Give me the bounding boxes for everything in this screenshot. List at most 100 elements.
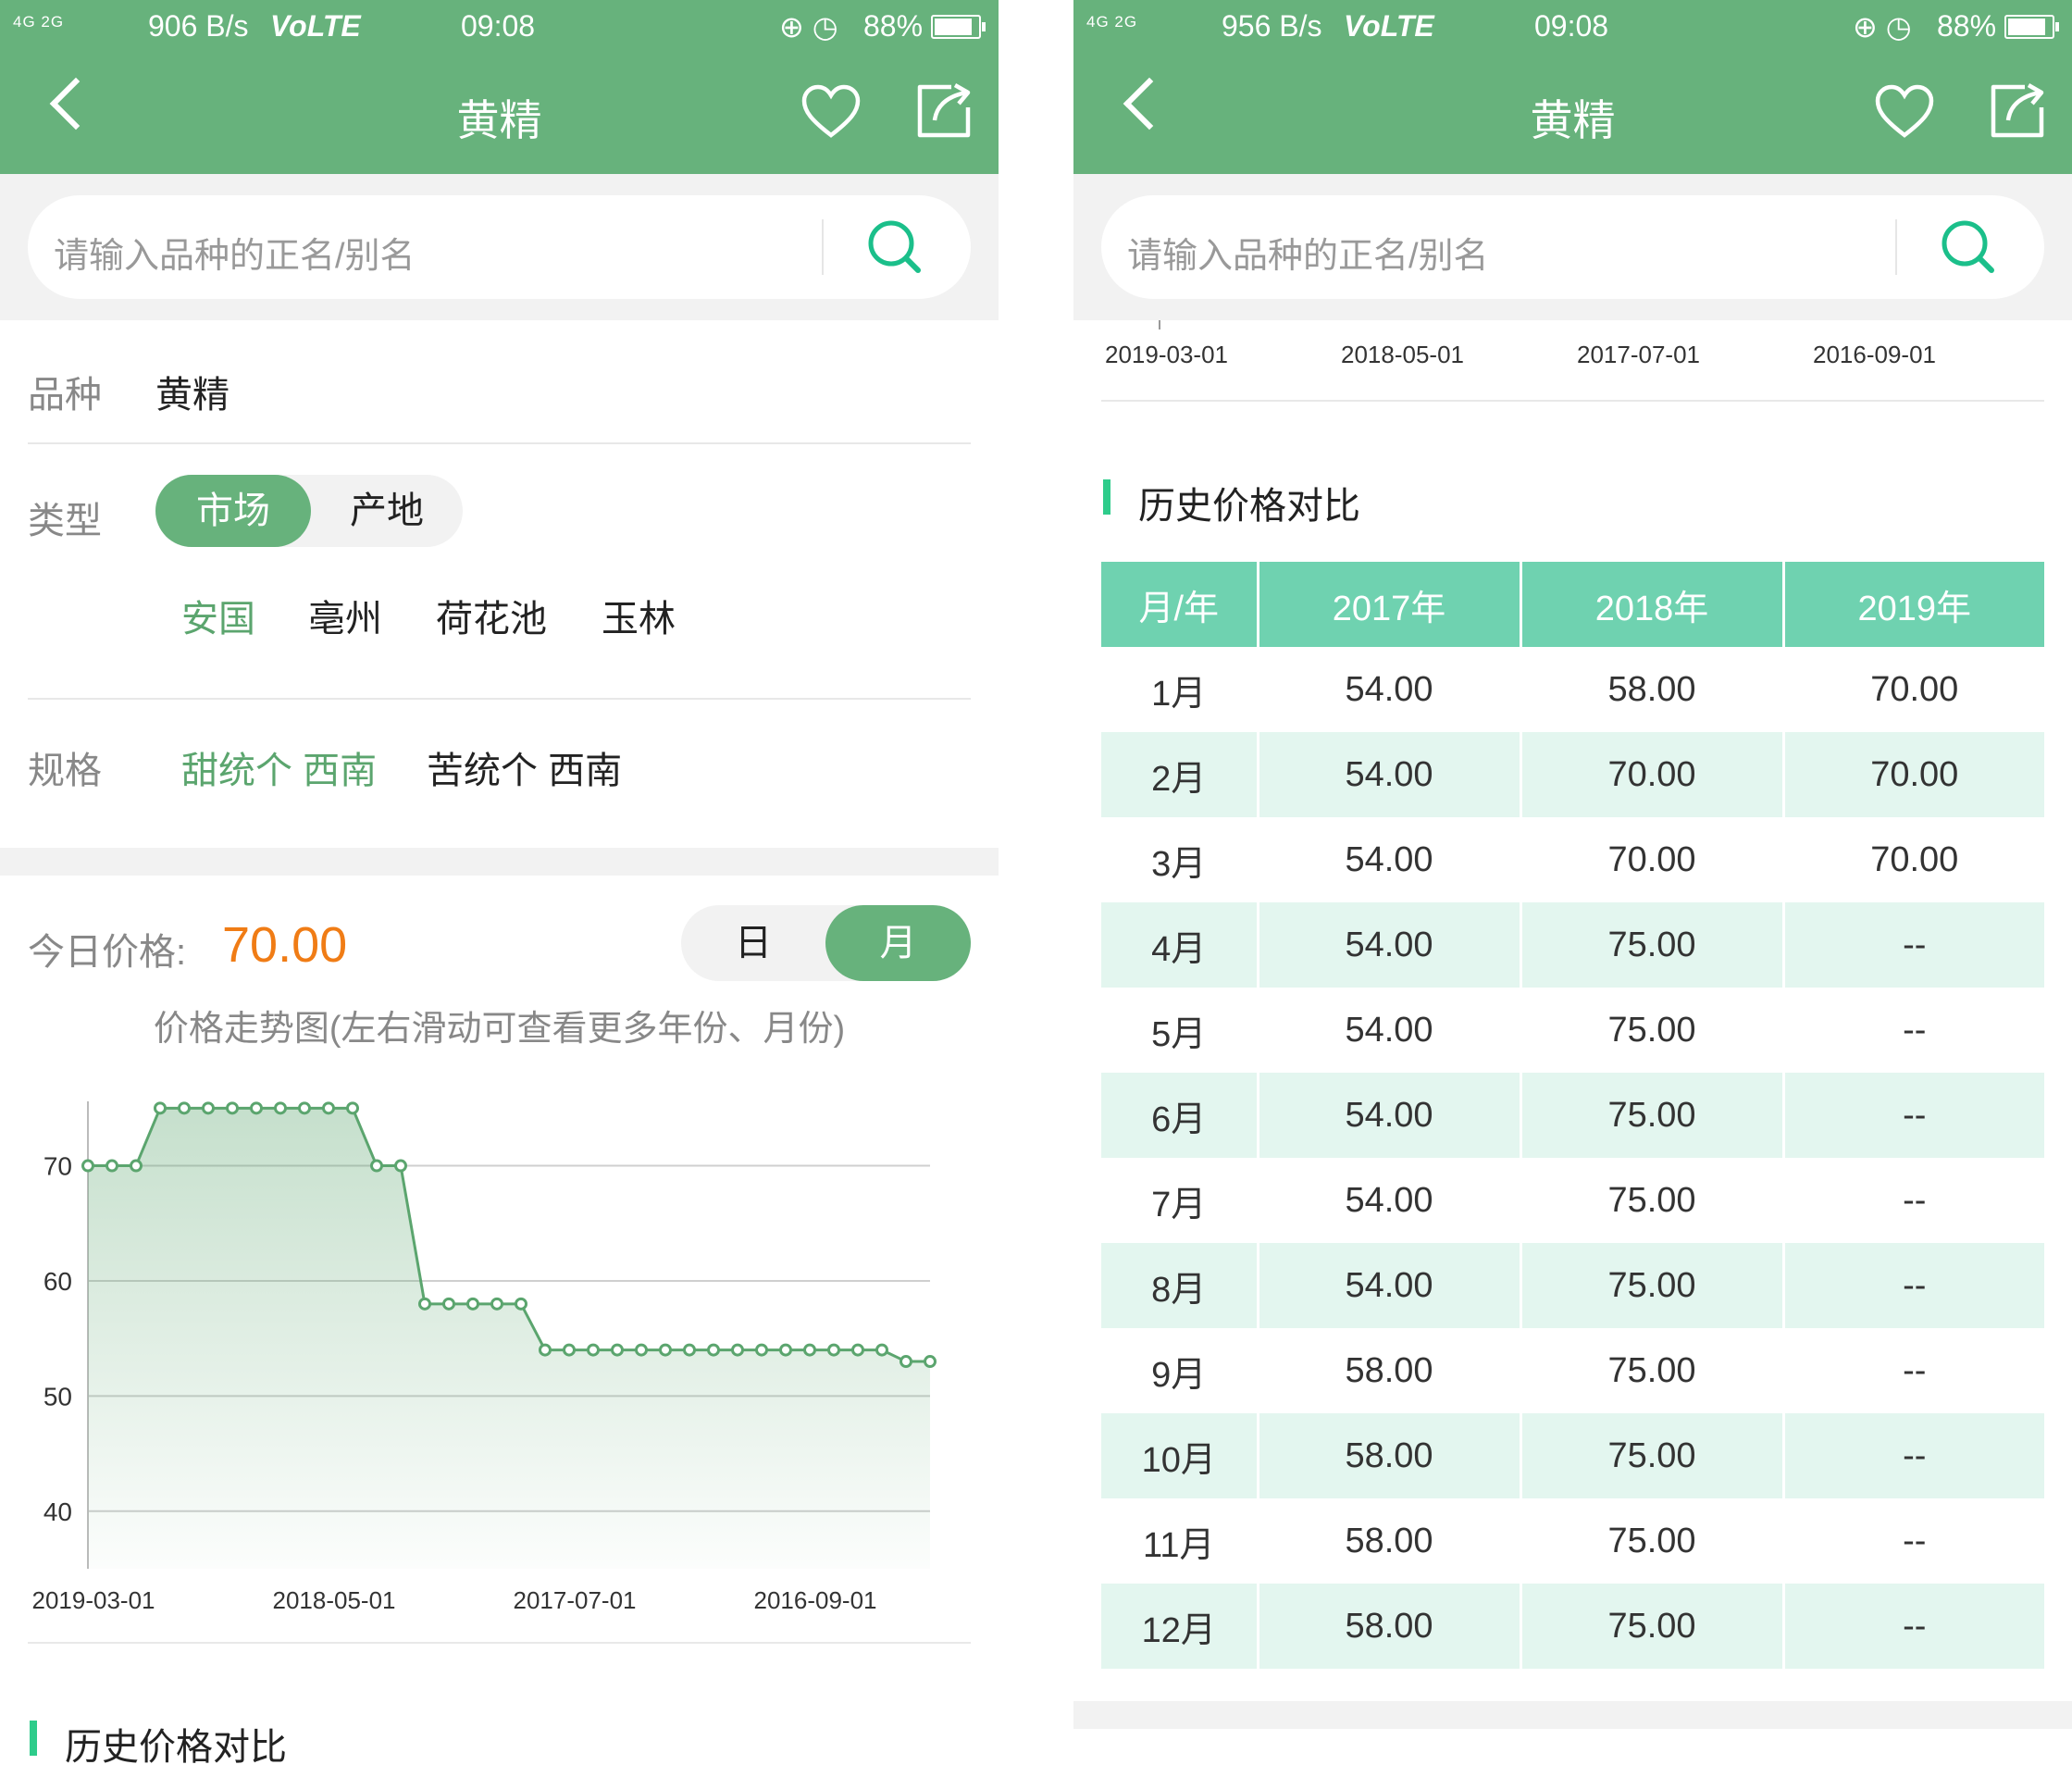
- data-point: [659, 1343, 672, 1357]
- data-point: [707, 1343, 720, 1357]
- type-option-origin[interactable]: 产地: [311, 475, 463, 547]
- search-divider: [1895, 219, 1897, 275]
- search-divider: [822, 219, 824, 275]
- market-option[interactable]: 亳州: [308, 589, 382, 642]
- price-cell: 54.00: [1258, 902, 1522, 988]
- data-point: [875, 1343, 888, 1357]
- price-cell: 58.00: [1258, 1328, 1522, 1413]
- month-cell: 9月: [1101, 1328, 1259, 1413]
- spec-option[interactable]: 苦统个 西南: [427, 740, 622, 794]
- search-input[interactable]: 请输入品种的正名/别名: [1101, 195, 2044, 299]
- trend-title: 价格走势图(左右滑动可查看更多年份、月份): [153, 1010, 846, 1049]
- table-row: 3月 54.00 70.00 70.00: [1101, 817, 2044, 902]
- price-cell: 70.00: [1870, 839, 1959, 879]
- data-point: [490, 1297, 503, 1311]
- data-point: [611, 1343, 624, 1357]
- x-tick-label: 2017-07-01: [514, 1586, 637, 1614]
- column-header: 2019年: [1783, 562, 2044, 647]
- variety-value: 黄精: [155, 375, 230, 416]
- share-icon[interactable]: [914, 81, 974, 141]
- data-point: [298, 1101, 311, 1115]
- table-row: 4月 54.00 75.00 --: [1101, 902, 2044, 988]
- price-cell: 70.00: [1870, 669, 1959, 709]
- data-point: [635, 1343, 648, 1357]
- divider: [28, 442, 971, 444]
- variety-label: 品种: [28, 375, 102, 416]
- data-point: [683, 1343, 696, 1357]
- heart-icon[interactable]: [800, 83, 862, 141]
- price-cell: 54.00: [1258, 817, 1522, 902]
- period-toggle: 日 月: [681, 905, 971, 981]
- price-cell: 54.00: [1258, 732, 1522, 817]
- type-option-market[interactable]: 市场: [155, 475, 311, 547]
- price-cell: 58.00: [1520, 647, 1785, 732]
- table-row: 10月 58.00 75.00 --: [1101, 1413, 2044, 1498]
- x-tick-label: 2017-07-01: [1577, 341, 1700, 368]
- table-row: 7月 54.00 75.00 --: [1101, 1158, 2044, 1243]
- share-icon[interactable]: [1988, 81, 2047, 141]
- search-icon[interactable]: [1940, 218, 1997, 276]
- search-placeholder: 请输入品种的正名/别名: [54, 237, 416, 276]
- data-point: [587, 1343, 600, 1357]
- search-input[interactable]: 请输入品种的正名/别名: [28, 195, 971, 299]
- section-title: 历史价格对比: [65, 1727, 287, 1768]
- month-cell: 1月: [1101, 647, 1259, 732]
- x-tick-label: 2016-09-01: [754, 1586, 877, 1614]
- price-cell: 54.00: [1258, 1158, 1522, 1243]
- table-row: 2月 54.00 70.00 70.00: [1101, 732, 2044, 817]
- data-point: [731, 1343, 744, 1357]
- price-cell: 75.00: [1520, 1498, 1785, 1584]
- month-cell: 3月: [1101, 817, 1259, 902]
- month-cell: 10月: [1101, 1413, 1259, 1498]
- price-cell: 75.00: [1520, 1328, 1785, 1413]
- data-point: [779, 1343, 792, 1357]
- data-point: [442, 1297, 455, 1311]
- price-cell: 75.00: [1520, 902, 1785, 988]
- column-header: 月/年: [1101, 562, 1259, 647]
- month-cell: 6月: [1101, 1073, 1259, 1158]
- data-point: [370, 1159, 383, 1173]
- price-trend-chart[interactable]: 40 50 60 70 2019-03-01 2018-05-01 2017-07-01 20…: [0, 1074, 999, 1620]
- section-marker: [1103, 479, 1110, 515]
- alarm-icon: ⊕ ◷: [1853, 10, 1912, 43]
- price-cell: 54.00: [1258, 988, 1522, 1073]
- data-point: [105, 1159, 118, 1173]
- price-cell: --: [1903, 1010, 1927, 1050]
- status-bar: 4G 2G 956 B/s VoLTE 09:08 ⊕ ◷ 88%: [1073, 0, 2072, 52]
- month-cell: 5月: [1101, 988, 1259, 1073]
- data-point: [755, 1343, 768, 1357]
- data-point: [924, 1355, 937, 1369]
- search-bar: 请输入品种的正名/别名: [0, 174, 999, 320]
- section-title: 历史价格对比: [1138, 486, 1360, 527]
- market-option[interactable]: 玉林: [602, 589, 676, 642]
- status-bar: 4G 2G 906 B/s VoLTE 09:08 ⊕ ◷ 88%: [0, 0, 999, 52]
- spec-option[interactable]: 甜统个 西南: [181, 740, 377, 794]
- volte-indicator: VoLTE: [1344, 9, 1434, 43]
- table-header-row: 月/年 2017年 2018年 2019年: [1101, 562, 2044, 647]
- heart-icon[interactable]: [1874, 83, 1935, 141]
- y-tick-label: 40: [43, 1497, 72, 1526]
- period-month-button[interactable]: 月: [825, 905, 971, 981]
- price-cell: --: [1783, 1413, 2044, 1498]
- month-cell: 7月: [1101, 1158, 1259, 1243]
- price-cell: --: [1783, 902, 2044, 988]
- search-bar: 请输入品种的正名/别名: [1073, 174, 2072, 320]
- today-price-value: 70.00: [222, 917, 348, 973]
- data-point: [202, 1101, 215, 1115]
- market-option[interactable]: 荷花池: [436, 589, 547, 642]
- period-day-button[interactable]: 日: [681, 905, 825, 981]
- search-icon[interactable]: [866, 218, 924, 276]
- y-tick-label: 70: [43, 1152, 72, 1181]
- today-price-label: 今日价格:: [28, 932, 187, 973]
- divider: [1101, 400, 2044, 402]
- data-point: [346, 1101, 359, 1115]
- price-cell: 75.00: [1520, 988, 1785, 1073]
- data-point: [178, 1101, 191, 1115]
- price-cell: --: [1783, 1584, 2044, 1669]
- volte-indicator: VoLTE: [270, 9, 361, 43]
- market-option[interactable]: 安国: [181, 589, 255, 642]
- table-row: 12月 58.00 75.00 --: [1101, 1584, 2044, 1669]
- price-cell: --: [1903, 1521, 1927, 1560]
- price-cell: 54.00: [1258, 1073, 1522, 1158]
- price-cell: --: [1903, 1350, 1927, 1390]
